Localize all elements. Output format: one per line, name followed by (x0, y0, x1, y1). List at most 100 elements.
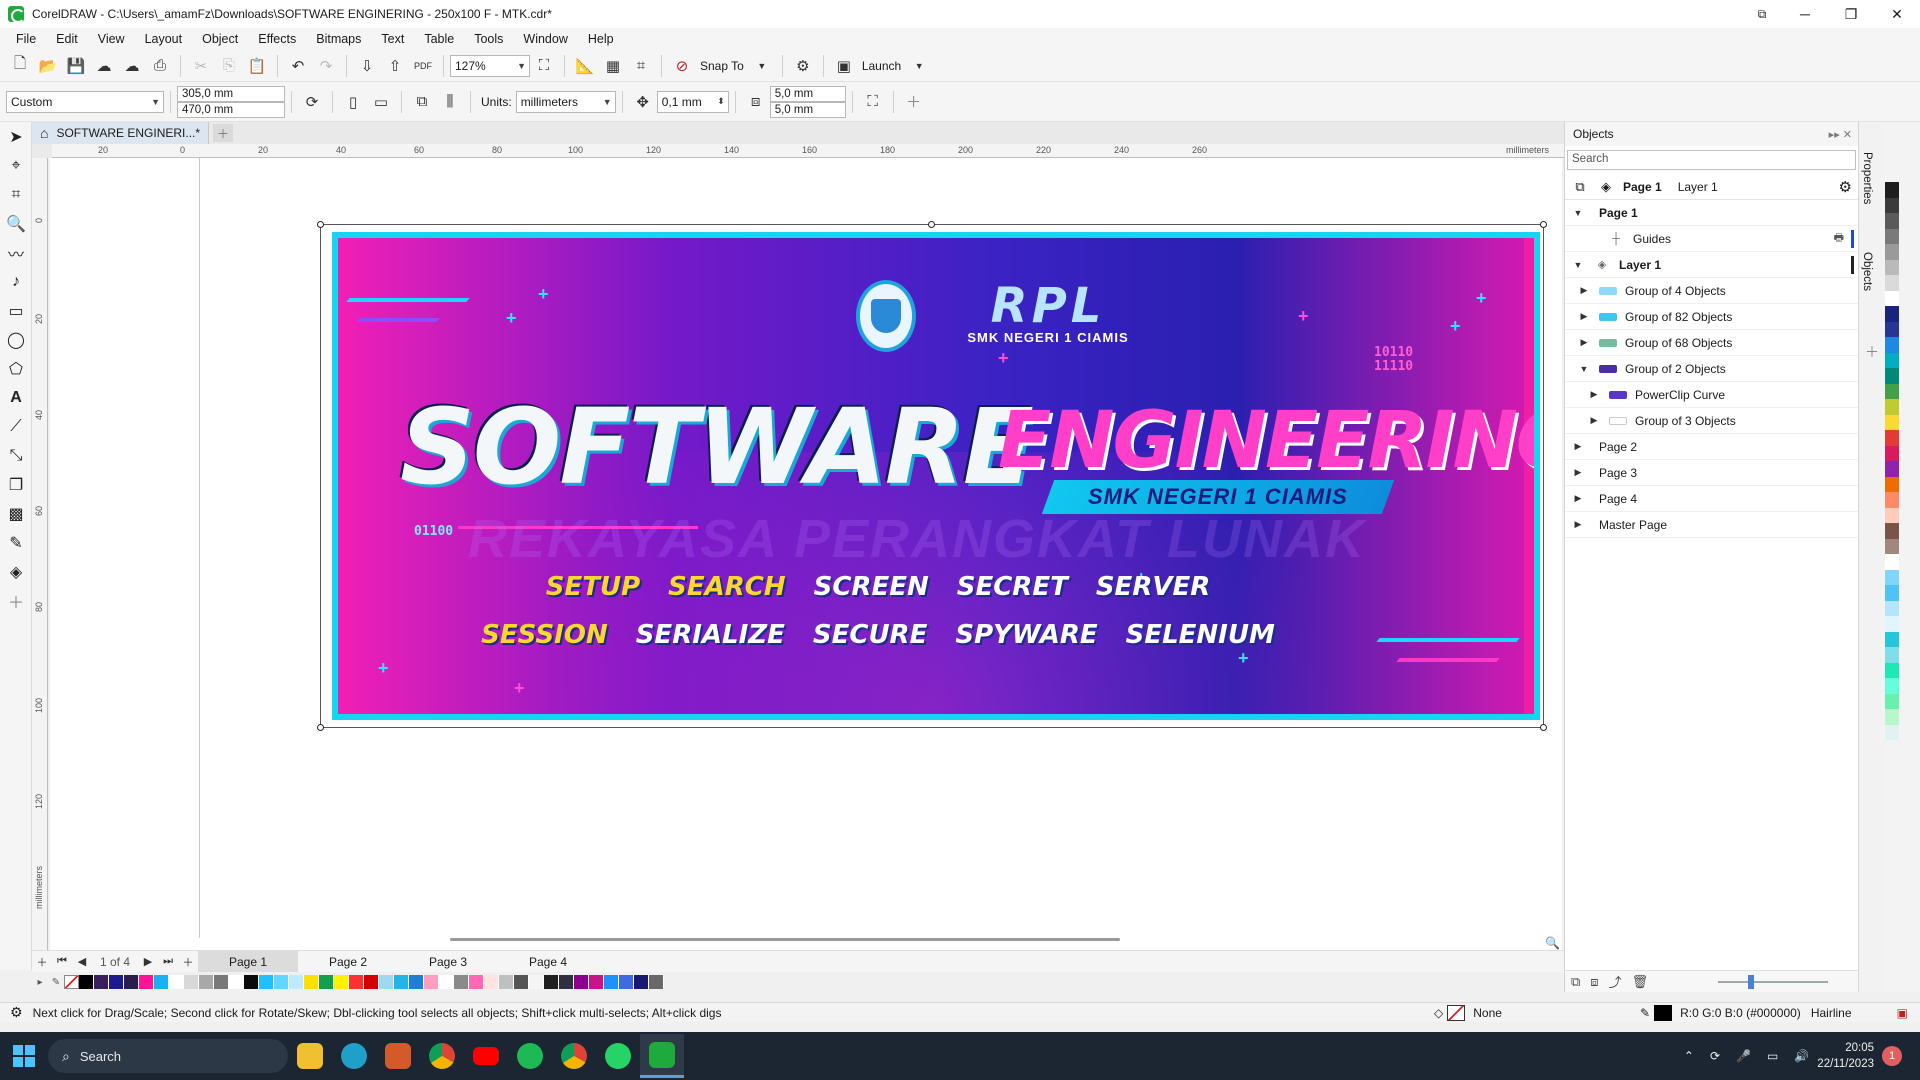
settings-gear-icon[interactable]: ⚙ (10, 1004, 23, 1021)
new-tab-plus-icon[interactable]: ＋ (213, 124, 234, 142)
color-swatch[interactable] (1885, 306, 1899, 322)
taskbar-search[interactable]: ⌕ Search (48, 1039, 288, 1073)
close-button[interactable]: ✕ (1874, 0, 1920, 28)
color-swatch[interactable] (439, 975, 454, 989)
expand-arrow-icon[interactable]: ▶ (1577, 337, 1591, 348)
drawing-canvas[interactable]: + + + + + + + + + + RPL SMK NEGERI 1 CIA… (50, 158, 1562, 950)
launch-icon[interactable]: ▣ (832, 54, 856, 78)
collapse-arrow-icon[interactable]: ▼ (1577, 364, 1591, 374)
interactive-fill-tool-icon[interactable]: ◈ (0, 557, 32, 586)
snap-off-icon[interactable]: ⊘ (670, 54, 694, 78)
page-tab-2[interactable]: Page 2 (298, 951, 398, 973)
expand-arrow-icon[interactable]: ▶ (1571, 467, 1585, 478)
color-proof-icon[interactable]: ▣ (1897, 1006, 1908, 1020)
last-page-icon[interactable]: ⏭ (158, 955, 178, 968)
artistic-media-tool-icon[interactable]: ♪ (0, 267, 32, 296)
tree-row-master-page[interactable]: ▶ Master Page (1565, 512, 1858, 538)
expand-arrow-icon[interactable]: ▶ (1571, 441, 1585, 452)
shape-tool-icon[interactable]: ⌖ (0, 151, 32, 180)
tree-row-group-82[interactable]: ▶ Group of 82 Objects (1565, 304, 1858, 330)
layers-icon[interactable]: ◈ (1597, 178, 1615, 196)
horizontal-ruler[interactable]: 20 0 20 40 60 80 100 120 140 160 180 200… (52, 144, 1564, 158)
color-swatch[interactable] (1885, 368, 1899, 384)
fill-indicator[interactable]: ◇ None (1434, 1004, 1502, 1021)
expand-arrow-icon[interactable]: ▶ (1571, 493, 1585, 504)
first-page-icon[interactable]: ⏮ (52, 955, 72, 968)
next-page-icon[interactable]: ▶ (138, 955, 158, 968)
objects-search-input[interactable]: Search (1567, 150, 1856, 170)
pick-tool-icon[interactable]: ➤ (0, 122, 32, 151)
docker-controls-icon[interactable]: ▸▸ ✕ (1829, 128, 1852, 141)
menu-help[interactable]: Help (578, 32, 624, 46)
collapse-arrow-icon[interactable]: ▼ (1571, 208, 1585, 218)
zoom-corner-icon[interactable]: 🔍 (1545, 936, 1560, 950)
copy-icon[interactable]: ⎘ (217, 54, 241, 78)
duplicate-x-field[interactable]: 5,0 mm (769, 85, 846, 102)
objects-tab[interactable]: Objects (1861, 252, 1873, 291)
cut-icon[interactable]: ✂ (189, 54, 213, 78)
selection-handle[interactable] (928, 221, 935, 228)
color-swatch[interactable] (1885, 585, 1899, 601)
eyedropper-icon[interactable]: ✎ (48, 977, 64, 988)
chrome-icon[interactable] (420, 1034, 464, 1078)
color-swatch[interactable] (1885, 616, 1899, 632)
export-icon[interactable]: ⇧ (383, 54, 407, 78)
vertical-ruler[interactable]: 0 20 40 60 80 100 120 millimeters (32, 158, 48, 950)
slider-thumb[interactable] (1748, 974, 1755, 989)
color-swatch[interactable] (334, 975, 349, 989)
youtube-icon[interactable] (464, 1034, 508, 1078)
document-tab[interactable]: ⌂ SOFTWARE ENGINERI...* (32, 122, 210, 144)
zoom-tool-icon[interactable]: 🔍 (0, 209, 32, 238)
clock[interactable]: 20:05 22/11/2023 (1817, 1040, 1874, 1072)
eyedropper-tool-icon[interactable]: ✎ (0, 528, 32, 557)
color-swatch[interactable] (259, 975, 274, 989)
horizontal-scrollbar[interactable] (450, 938, 1120, 941)
chevron-down-icon[interactable]: ▼ (750, 54, 774, 78)
freehand-tool-icon[interactable]: 〰 (0, 238, 32, 267)
page-tab-3[interactable]: Page 3 (398, 951, 498, 973)
color-swatch[interactable] (424, 975, 439, 989)
menu-text[interactable]: Text (371, 32, 414, 46)
color-swatch[interactable] (574, 975, 589, 989)
start-button[interactable] (0, 1032, 48, 1080)
tray-chevron-icon[interactable]: ⌃ (1684, 1049, 1694, 1063)
selection-handle[interactable] (317, 724, 324, 731)
connector-tool-icon[interactable]: ⤡ (0, 441, 32, 470)
print-icon[interactable]: ⎙ (148, 54, 172, 78)
chrome-profile-icon[interactable] (552, 1034, 596, 1078)
color-swatch[interactable] (1885, 476, 1899, 492)
treat-as-filled-icon[interactable]: ⛶ (861, 90, 885, 114)
expand-arrow-icon[interactable]: ▶ (1571, 519, 1585, 530)
color-swatch[interactable] (1885, 430, 1899, 446)
menu-table[interactable]: Table (414, 32, 464, 46)
color-swatch[interactable] (1885, 678, 1899, 694)
crop-tool-icon[interactable]: ⌗ (0, 180, 32, 209)
redo-icon[interactable]: ↷ (314, 54, 338, 78)
color-swatch[interactable] (499, 975, 514, 989)
color-swatch[interactable] (349, 975, 364, 989)
show-guidelines-icon[interactable]: ⌗ (629, 54, 653, 78)
portrait-icon[interactable]: ▯ (341, 90, 365, 114)
color-swatch[interactable] (1885, 569, 1899, 585)
color-swatch[interactable] (169, 975, 184, 989)
color-swatch[interactable] (1885, 414, 1899, 430)
color-swatch[interactable] (139, 975, 154, 989)
color-swatch[interactable] (214, 975, 229, 989)
spotify-icon[interactable] (508, 1034, 552, 1078)
color-swatch[interactable] (79, 975, 94, 989)
delete-icon[interactable]: 🗑 (1632, 974, 1649, 990)
color-swatch[interactable] (364, 975, 379, 989)
tree-row-page-1[interactable]: ▼ Page 1 (1565, 200, 1858, 226)
launch-button[interactable]: Launch (862, 59, 901, 73)
drop-shadow-tool-icon[interactable]: ❐ (0, 470, 32, 499)
expand-arrow-icon[interactable]: ▶ (1577, 311, 1591, 322)
cloud-upload-icon[interactable]: ☁ (92, 54, 116, 78)
color-swatch[interactable] (1885, 523, 1899, 539)
undo-icon[interactable]: ↶ (286, 54, 310, 78)
color-swatch[interactable] (274, 975, 289, 989)
show-rulers-icon[interactable]: 📐 (573, 54, 597, 78)
import-icon[interactable]: ⇩ (355, 54, 379, 78)
show-grid-icon[interactable]: ▦ (601, 54, 625, 78)
polygon-tool-icon[interactable]: ⬠ (0, 354, 32, 383)
color-swatch[interactable] (649, 975, 664, 989)
